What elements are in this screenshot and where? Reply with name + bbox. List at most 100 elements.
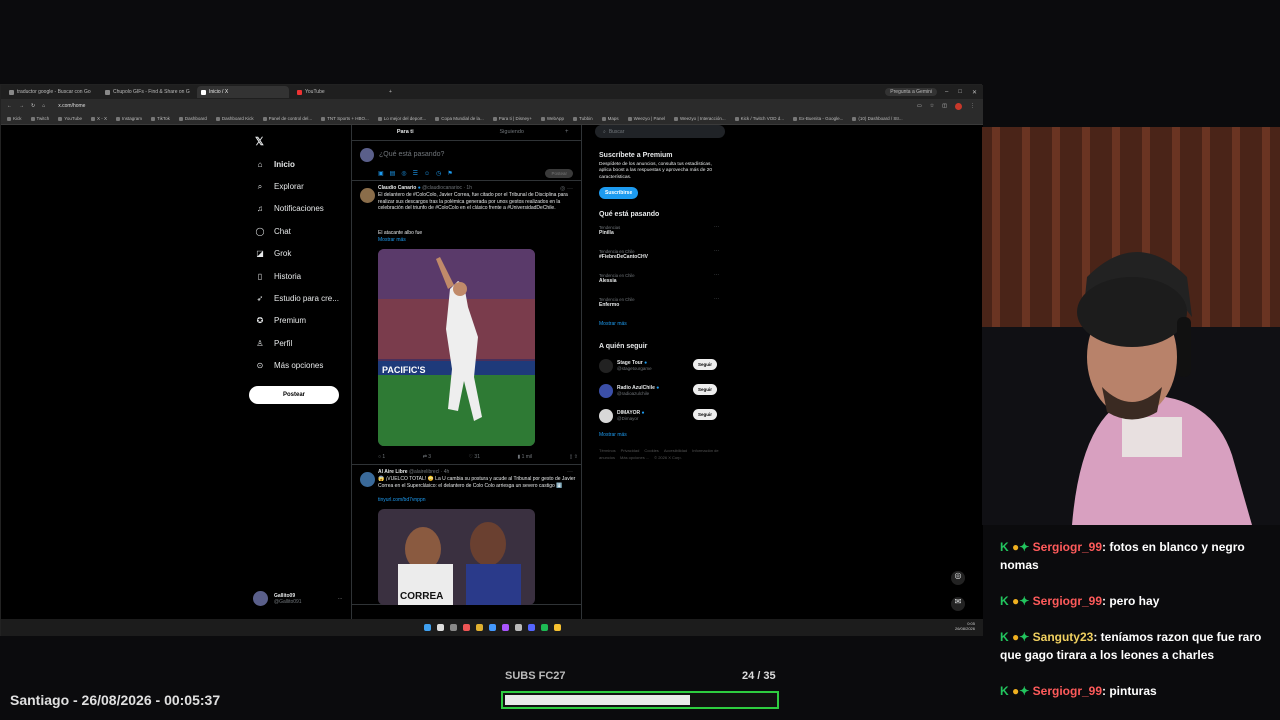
folder-icon[interactable]: [475, 624, 483, 631]
views-icon[interactable]: ▮ 1 mil: [517, 454, 532, 460]
app-icon[interactable]: [501, 624, 509, 631]
grok-float-icon[interactable]: ◎: [951, 571, 965, 585]
gif-icon[interactable]: ▤: [390, 171, 402, 177]
bookmark-item[interactable]: Instagram: [115, 116, 142, 121]
search-icon[interactable]: [436, 624, 444, 631]
gemini-button[interactable]: Pregunta a Gemini: [885, 88, 937, 96]
url-field[interactable]: x.com/home: [58, 103, 85, 109]
sidebar-item-premium[interactable]: ✪ Premium: [251, 310, 351, 332]
more-icon[interactable]: ···: [567, 469, 573, 475]
tab-2[interactable]: Inicio / X: [197, 86, 289, 98]
sidebar-item-notificaciones[interactable]: ♫ Notificaciones: [251, 198, 351, 220]
chat-username[interactable]: Sanguty23: [1033, 630, 1094, 644]
bookmark-item[interactable]: Weezyo | Interacción...: [674, 116, 726, 121]
bookmark-item[interactable]: Twitch: [30, 116, 49, 121]
profile-avatar[interactable]: [955, 102, 962, 110]
location-icon[interactable]: ⚑: [447, 171, 458, 177]
follow-show-more[interactable]: Mostrar más: [599, 432, 719, 438]
more-icon[interactable]: ◎ ···: [560, 185, 573, 192]
x-logo-icon[interactable]: 𝕏: [255, 135, 264, 148]
tab-siguiendo[interactable]: Siguiendo: [459, 125, 566, 140]
tweet[interactable]: Claudio Canario ● @claudiocanarioc · 1h …: [352, 181, 581, 465]
bookmark-item[interactable]: TikTok: [151, 116, 170, 121]
footer-link[interactable]: © 2026 X Corp.: [654, 455, 682, 460]
follow-suggestion[interactable]: DIMAYOR ● @Dimayor Seguir: [599, 403, 719, 428]
bookmark-item[interactable]: Para ti | Disney+: [492, 116, 532, 121]
grok-icon[interactable]: ◎: [401, 171, 412, 177]
emoji-icon[interactable]: ☺: [424, 171, 436, 177]
more-icon[interactable]: ···: [714, 272, 719, 278]
tweet-link[interactable]: tinyurl.com/bd7vnppn: [378, 497, 578, 504]
new-tab-button[interactable]: +: [389, 89, 392, 95]
retweet-icon[interactable]: ⇄ 3: [423, 454, 431, 460]
follow-button[interactable]: Seguir: [692, 409, 717, 421]
sidebar-item-inicio[interactable]: ⌂ Inicio: [251, 153, 351, 175]
settings-icon[interactable]: [449, 624, 457, 631]
install-icon[interactable]: ▭: [917, 103, 922, 110]
chat-username[interactable]: Sergiogr_99: [1033, 540, 1102, 554]
follow-button[interactable]: Seguir: [692, 384, 717, 396]
sidebar-item-chat[interactable]: ◯ Chat: [251, 220, 351, 242]
messages-float-icon[interactable]: ✉: [951, 597, 965, 611]
follow-suggestion[interactable]: Radio AzulChile ● @radioazulchile Seguir: [599, 378, 719, 403]
compose-input[interactable]: ¿Qué está pasando?: [379, 151, 444, 158]
subscribe-button[interactable]: Suscribirse: [599, 187, 639, 200]
chrome-icon[interactable]: [553, 624, 561, 631]
more-icon[interactable]: ···: [714, 296, 719, 302]
bookmark-item[interactable]: Kick: [7, 116, 22, 121]
bookmark-item[interactable]: (10) Dashboard / Str...: [852, 116, 903, 121]
sidebar-item-más-opciones[interactable]: ⊙ Más opciones: [251, 355, 351, 377]
x-icon[interactable]: [514, 624, 522, 631]
bookmark-item[interactable]: X - X: [90, 116, 107, 121]
post-button[interactable]: Postear: [249, 386, 339, 404]
bookmark-share-icons[interactable]: ▯ ⇧: [570, 454, 578, 460]
footer-link[interactable]: Accesibilidad: [664, 448, 687, 453]
sidebar-item-estudio-para-cre-[interactable]: ➶ Estudio para cre...: [251, 287, 351, 309]
bookmark-item[interactable]: Dashboard: [178, 116, 207, 121]
chat-username[interactable]: Sergiogr_99: [1033, 594, 1102, 608]
tab-3[interactable]: YouTube: [293, 86, 385, 98]
trend-item[interactable]: Tendencia en Chile #FiebreDeCantoCHV ···: [599, 245, 719, 269]
back-icon[interactable]: ←: [7, 103, 12, 109]
tweet-photo[interactable]: CORREA: [378, 509, 535, 605]
sidebar-item-historia[interactable]: ▯ Historia: [251, 265, 351, 287]
spotify-icon[interactable]: [540, 624, 548, 631]
settings-icon[interactable]: +: [565, 125, 581, 140]
more-icon[interactable]: ···: [714, 224, 719, 230]
reply-icon[interactable]: ○ 1: [378, 454, 385, 460]
schedule-icon[interactable]: ◷: [436, 171, 447, 177]
app-icon[interactable]: [462, 624, 470, 631]
tweet[interactable]: Al Aire Libre @alairelibrecl · 4h ··· 😱 …: [352, 465, 581, 605]
more-icon[interactable]: ···: [338, 596, 343, 602]
trend-item[interactable]: Tendencias Pinilla ···: [599, 221, 719, 245]
bookmark-item[interactable]: Kick / Twitch VOD d...: [734, 116, 784, 121]
discord-icon[interactable]: [527, 624, 535, 631]
tab-0[interactable]: traductor google - Buscar con Go: [5, 86, 97, 98]
bookmark-item[interactable]: Ex-Buenita - Google...: [793, 116, 843, 121]
account-switcher[interactable]: Gallito09 @Gallito091 ···: [253, 591, 343, 606]
footer-link[interactable]: Privacidad: [621, 448, 640, 453]
bookmark-item[interactable]: TNT Sports + HBO...: [321, 116, 369, 121]
minimize-button[interactable]: –: [945, 89, 948, 96]
menu-icon[interactable]: ⋮: [970, 103, 975, 110]
poll-icon[interactable]: ☰: [413, 171, 424, 177]
tab-para-ti[interactable]: Para ti: [352, 125, 459, 140]
reload-icon[interactable]: ↻: [31, 103, 35, 109]
like-icon[interactable]: ♡ 31: [469, 454, 480, 460]
follow-button[interactable]: Seguir: [692, 359, 717, 371]
bookmark-item[interactable]: Lo mejor del deport...: [377, 116, 426, 121]
trend-item[interactable]: Tendencia en Chile Enfermo ···: [599, 293, 719, 317]
bookmark-item[interactable]: Weezyo | Panel: [627, 116, 665, 121]
extensions-icon[interactable]: ◫: [942, 103, 947, 110]
sidebar-item-explorar[interactable]: ⌕ Explorar: [251, 175, 351, 197]
compose-post-button[interactable]: Postear: [545, 169, 573, 178]
bookmark-item[interactable]: Maps: [601, 116, 619, 121]
bookmark-item[interactable]: Copa Mundial de la...: [435, 116, 484, 121]
bookmark-item[interactable]: Tubbin: [573, 116, 593, 121]
footer-link[interactable]: Términos: [599, 448, 616, 453]
image-icon[interactable]: ▣: [378, 171, 390, 177]
maximize-button[interactable]: □: [958, 89, 962, 96]
search-input[interactable]: ⌕ Buscar: [595, 125, 725, 138]
show-more-link[interactable]: Mostrar más: [378, 237, 578, 244]
trend-item[interactable]: Tendencia en Chile Alessia ···: [599, 269, 719, 293]
